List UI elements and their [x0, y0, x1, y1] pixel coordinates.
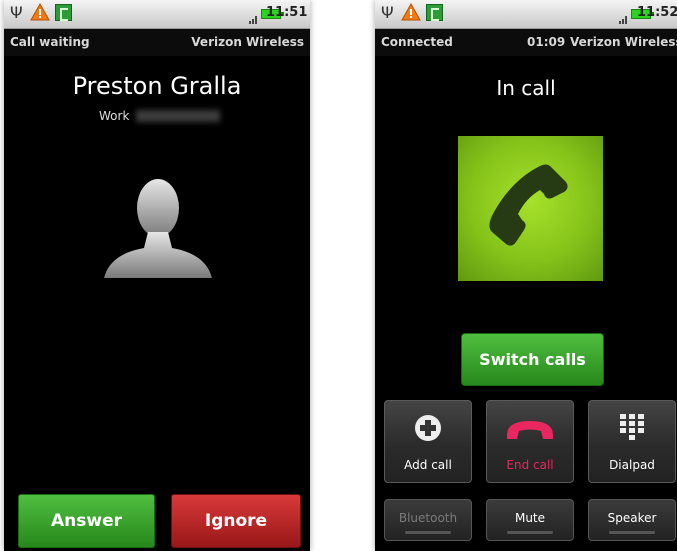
call-status: Connected: [381, 35, 453, 49]
app-notification-icon: [426, 4, 443, 21]
usb-icon: Ψ: [10, 3, 23, 22]
in-call-title: In call: [496, 76, 556, 100]
add-call-button[interactable]: Add call: [384, 400, 472, 483]
dialpad-button[interactable]: Dialpad: [588, 400, 676, 483]
add-call-icon: [415, 415, 441, 441]
speaker-indicator: [609, 531, 655, 534]
status-bar: Ψ 11:52: [375, 0, 677, 29]
ignore-button[interactable]: Ignore: [171, 494, 301, 548]
warning-icon: [30, 3, 50, 21]
speaker-label: Speaker: [607, 511, 657, 525]
end-call-icon: [507, 421, 553, 439]
speaker-button[interactable]: Speaker: [588, 499, 676, 541]
call-info-bar: Connected 01:09 Verizon Wireless: [375, 29, 677, 56]
warning-icon: [401, 3, 421, 21]
bluetooth-button[interactable]: Bluetooth: [384, 499, 472, 541]
status-time: 11:52: [637, 5, 677, 20]
status-time: 11:51: [266, 5, 308, 20]
caller-photo: [458, 136, 603, 281]
signal-icon: [619, 14, 629, 24]
phone-number-redacted: [136, 110, 220, 122]
caller-name: Preston Gralla: [72, 72, 242, 100]
in-call-screen: Ψ 11:52 Connected 01:09 Verizon Wireless…: [375, 0, 677, 551]
end-call-label: End call: [506, 458, 554, 472]
phone-handset-icon: [489, 164, 568, 246]
usb-icon: Ψ: [381, 3, 394, 22]
call-status: Call waiting: [10, 35, 90, 49]
call-info-bar: Call waiting Verizon Wireless: [4, 29, 310, 56]
switch-calls-button[interactable]: Switch calls: [461, 333, 604, 386]
mute-button[interactable]: Mute: [486, 499, 574, 541]
contact-avatar-icon: [104, 179, 212, 278]
app-notification-icon: [55, 4, 72, 21]
dialpad-label: Dialpad: [609, 458, 655, 472]
mute-label: Mute: [514, 511, 546, 525]
end-call-button[interactable]: End call: [486, 400, 574, 483]
signal-icon: [249, 14, 259, 24]
carrier-name: Verizon Wireless: [570, 35, 677, 49]
carrier-name: Verizon Wireless: [191, 35, 304, 49]
add-call-label: Add call: [404, 458, 452, 472]
answer-button[interactable]: Answer: [18, 494, 155, 548]
status-bar: Ψ 11:51: [4, 0, 310, 29]
mute-indicator: [507, 531, 553, 534]
call-timer: 01:09: [527, 35, 566, 49]
incoming-call-screen: Ψ 11:51 Call waiting Verizon Wireless Pr…: [4, 0, 310, 551]
bluetooth-indicator: [405, 531, 451, 534]
bluetooth-label: Bluetooth: [398, 511, 458, 525]
number-label: Work: [99, 109, 130, 123]
dialpad-icon: [620, 414, 644, 440]
